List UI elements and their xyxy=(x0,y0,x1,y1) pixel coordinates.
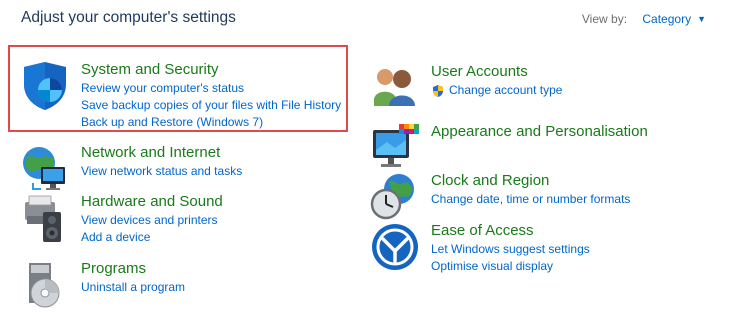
category-ease-of-access: Ease of Access Let Windows suggest setti… xyxy=(369,221,699,291)
optimise-display-link[interactable]: Optimise visual display xyxy=(431,258,699,275)
suggest-settings-link[interactable]: Let Windows suggest settings xyxy=(431,241,699,258)
shield-icon[interactable] xyxy=(19,60,71,112)
ease-of-access-icon[interactable] xyxy=(369,221,421,273)
view-by: View by: Category ▼ xyxy=(582,12,706,26)
review-status-link[interactable]: Review your computer's status xyxy=(81,80,349,97)
category-hardware-sound: Hardware and Sound View devices and prin… xyxy=(19,192,349,262)
programs-disc-icon[interactable] xyxy=(19,259,71,311)
hardware-sound-title[interactable]: Hardware and Sound xyxy=(81,192,349,212)
chevron-down-icon[interactable]: ▼ xyxy=(697,14,706,24)
change-date-formats-link[interactable]: Change date, time or number formats xyxy=(431,191,699,208)
add-device-link[interactable]: Add a device xyxy=(81,229,349,246)
network-status-link[interactable]: View network status and tasks xyxy=(81,163,349,180)
uninstall-program-link[interactable]: Uninstall a program xyxy=(81,279,349,296)
view-by-dropdown[interactable]: Category ▼ xyxy=(642,12,706,26)
network-internet-title[interactable]: Network and Internet xyxy=(81,143,349,163)
change-account-type-link[interactable]: Change account type xyxy=(431,82,699,99)
system-security-title[interactable]: System and Security xyxy=(81,60,349,80)
file-history-link[interactable]: Save backup copies of your files with Fi… xyxy=(81,97,349,114)
category-programs: Programs Uninstall a program xyxy=(19,259,349,329)
network-globe-icon[interactable] xyxy=(19,143,71,195)
backup-restore-link[interactable]: Back up and Restore (Windows 7) xyxy=(81,114,349,131)
clock-region-title[interactable]: Clock and Region xyxy=(431,171,699,191)
users-icon[interactable] xyxy=(369,62,421,114)
programs-title[interactable]: Programs xyxy=(81,259,349,279)
change-account-type-label[interactable]: Change account type xyxy=(449,82,562,99)
uac-shield-icon xyxy=(433,84,443,97)
page-title: Adjust your computer's settings xyxy=(21,9,236,26)
view-by-value[interactable]: Category xyxy=(642,12,691,26)
appearance-title[interactable]: Appearance and Personalisation xyxy=(431,122,699,142)
category-system-security: System and Security Review your computer… xyxy=(19,60,349,130)
monitor-palette-icon[interactable] xyxy=(369,122,421,174)
user-accounts-title[interactable]: User Accounts xyxy=(431,62,699,82)
devices-printers-link[interactable]: View devices and printers xyxy=(81,212,349,229)
view-by-label: View by: xyxy=(581,12,628,26)
clock-globe-icon[interactable] xyxy=(369,171,421,223)
printer-speaker-icon[interactable] xyxy=(19,192,71,244)
ease-of-access-title[interactable]: Ease of Access xyxy=(431,221,699,241)
